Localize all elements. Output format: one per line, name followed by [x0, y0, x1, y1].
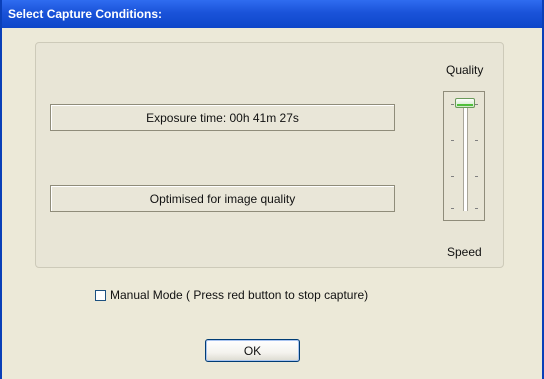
slider-tick: [475, 140, 478, 141]
ok-button-label: OK: [243, 343, 262, 358]
manual-mode-checkbox[interactable]: [95, 289, 106, 301]
slider-track[interactable]: [463, 100, 468, 211]
settings-panel: Exposure time: 00h 41m 27s Optimised for…: [35, 42, 504, 268]
ok-button[interactable]: OK: [205, 339, 300, 362]
slider-thumb[interactable]: [455, 98, 475, 108]
manual-mode-option[interactable]: Manual Mode ( Press red button to stop c…: [95, 288, 368, 302]
slider-tick: [451, 104, 454, 105]
speed-label: Speed: [447, 245, 482, 259]
dialog-title: Select Capture Conditions:: [8, 7, 163, 21]
slider-tick: [475, 208, 478, 209]
slider-tick: [451, 140, 454, 141]
quality-label: Quality: [446, 63, 484, 77]
slider-tick: [451, 176, 454, 177]
slider-tick: [475, 176, 478, 177]
manual-mode-label[interactable]: Manual Mode ( Press red button to stop c…: [110, 288, 368, 302]
slider-tick: [451, 208, 454, 209]
quality-speed-slider[interactable]: [443, 91, 485, 221]
title-bar: Select Capture Conditions:: [2, 0, 542, 28]
exposure-time-text: Exposure time: 00h 41m 27s: [146, 110, 299, 125]
exposure-time-display: Exposure time: 00h 41m 27s: [50, 104, 395, 131]
optimisation-text: Optimised for image quality: [149, 191, 296, 206]
slider-tick: [475, 104, 478, 105]
capture-conditions-dialog: Select Capture Conditions: Exposure time…: [0, 0, 544, 379]
optimisation-display: Optimised for image quality: [50, 185, 395, 212]
